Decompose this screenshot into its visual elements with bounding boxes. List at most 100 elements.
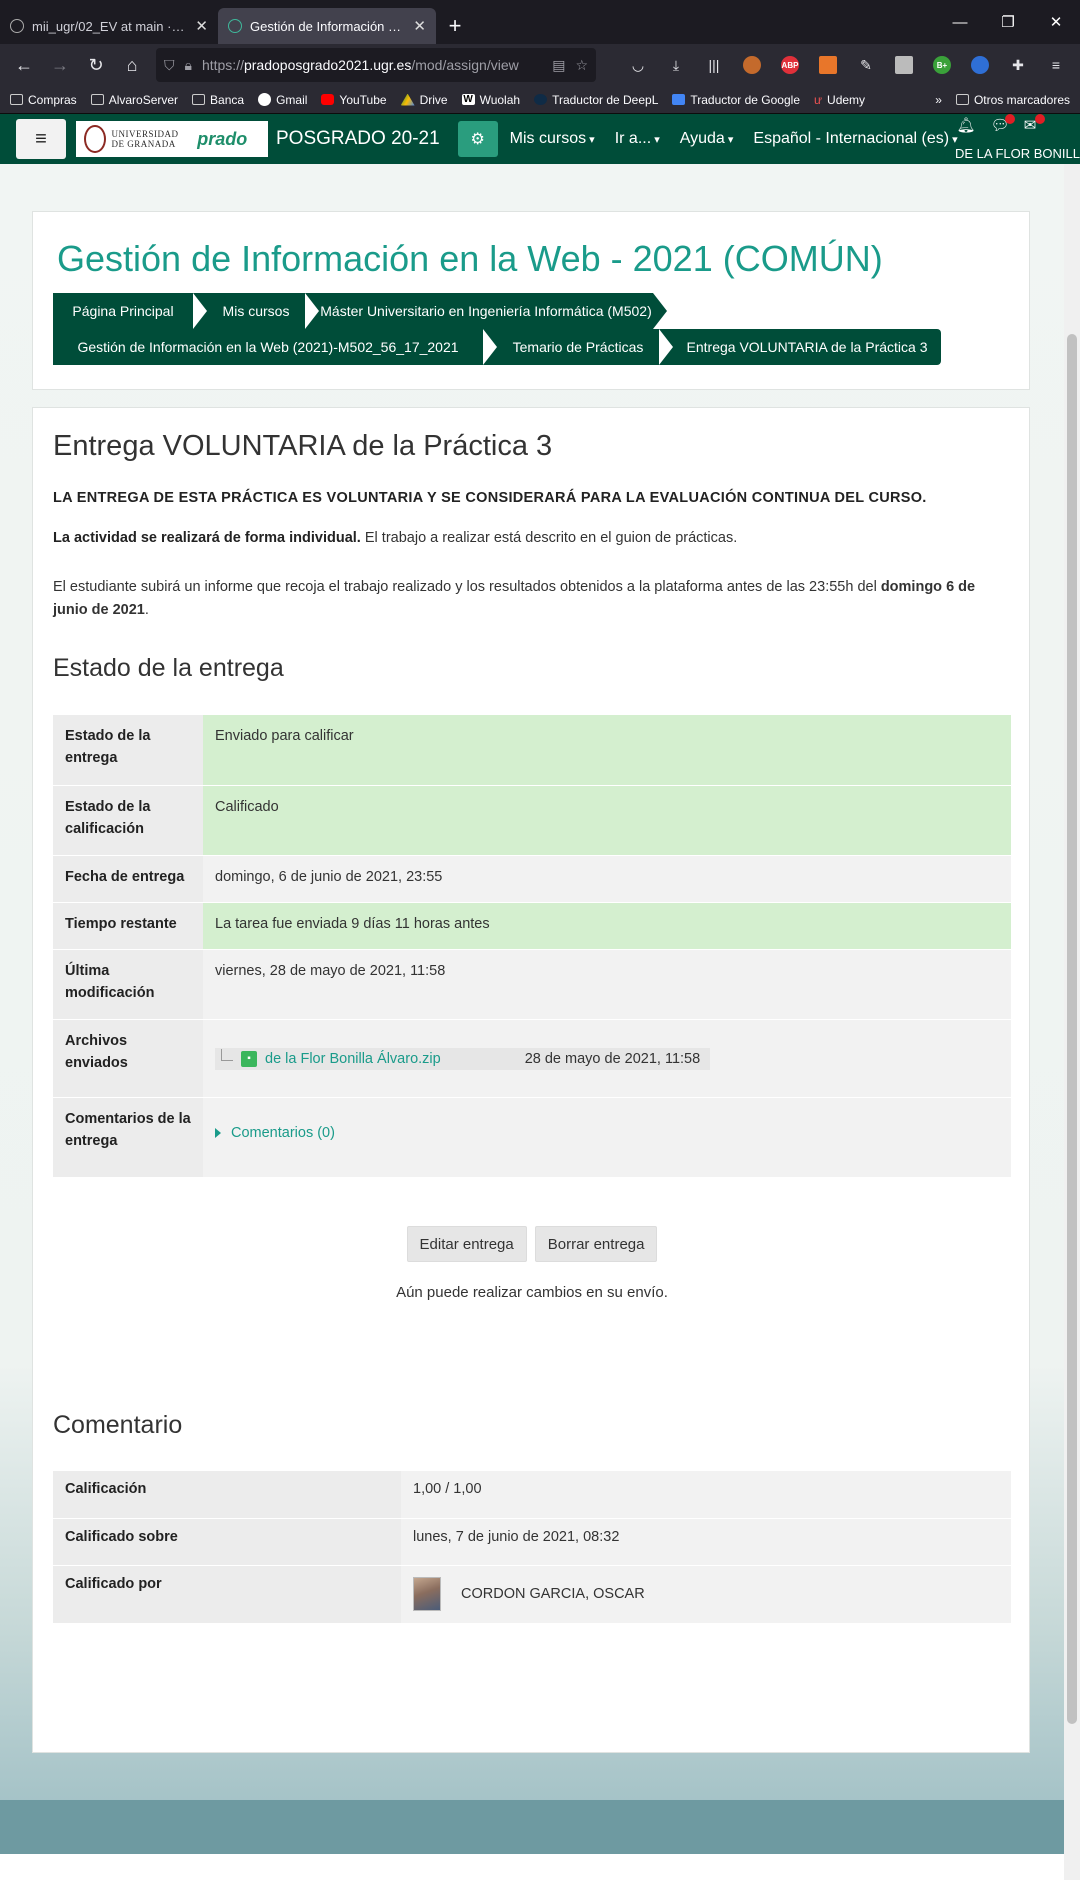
submitted-file-link[interactable]: de la Flor Bonilla Álvaro.zip — [265, 1048, 441, 1070]
menu-help[interactable]: Ayuda — [680, 130, 734, 148]
bookmark-google-translate[interactable]: Traductor de Google — [672, 93, 800, 107]
breadcrumb-master[interactable]: Máster Universitario en Ingeniería Infor… — [305, 293, 667, 329]
menu-go-to[interactable]: Ir a... — [615, 130, 660, 148]
comments-toggle[interactable]: Comentarios (0) — [215, 1122, 999, 1144]
avatar[interactable] — [413, 1577, 441, 1611]
course-header: Gestión de Información en la Web - 2021 … — [32, 211, 1030, 390]
menu-icon[interactable]: ≡ — [1038, 49, 1074, 81]
bookmark-compras[interactable]: Compras — [10, 93, 77, 107]
ugr-logo[interactable]: UNIVERSIDAD DE GRANADA prado — [76, 121, 268, 157]
extension-icon[interactable]: B+ — [924, 49, 960, 81]
site-name[interactable]: POSGRADO 20-21 — [276, 128, 440, 150]
extension-icon[interactable] — [734, 49, 770, 81]
bookmark-banca[interactable]: Banca — [192, 93, 244, 107]
table-row: Estado de la entrega Enviado para califi… — [53, 715, 1011, 786]
table-row: Última modificación viernes, 28 de mayo … — [53, 949, 1011, 1020]
close-tab-icon[interactable]: ✕ — [195, 17, 208, 35]
bookmark-youtube[interactable]: YouTube — [321, 93, 387, 107]
extension-icon[interactable]: ✎ — [848, 49, 884, 81]
google-translate-icon — [672, 94, 686, 105]
extension-icon[interactable] — [886, 49, 922, 81]
file-item: ▪ de la Flor Bonilla Álvaro.zip 28 de ma… — [215, 1047, 710, 1070]
submission-actions: Editar entrega Borrar entrega — [33, 1226, 1031, 1262]
github-icon — [10, 19, 24, 33]
breadcrumb-course[interactable]: Gestión de Información en la Web (2021)-… — [53, 329, 497, 365]
grader-name[interactable]: CORDON GARCIA, OSCAR — [461, 1586, 645, 1602]
bookmark-gmail[interactable]: Gmail — [258, 93, 307, 107]
google-icon — [258, 93, 272, 106]
minimize-icon[interactable]: — — [936, 0, 984, 44]
wuolah-icon: W — [461, 94, 475, 105]
breadcrumb-practices[interactable]: Temario de Prácticas — [483, 329, 673, 365]
bookmark-alvaroserver[interactable]: AlvaroServer — [90, 93, 178, 107]
close-tab-icon[interactable]: ✕ — [413, 17, 426, 35]
feedback-table: Calificación 1,00 / 1,00 Calificado sobr… — [53, 1471, 1011, 1624]
prado-favicon-icon — [228, 19, 242, 33]
edit-submission-button[interactable]: Editar entrega — [406, 1226, 527, 1262]
scrollbar-thumb[interactable] — [1067, 334, 1077, 1724]
status-value: Enviado para calificar — [203, 715, 1011, 786]
row-label: Comentarios de la entrega — [53, 1097, 203, 1178]
bookmark-drive[interactable]: Drive — [400, 93, 448, 107]
bookmark-udemy[interactable]: ư Udemy — [814, 93, 865, 107]
bookmark-other[interactable]: Otros marcadores — [955, 93, 1070, 107]
youtube-icon — [321, 94, 335, 105]
extension-icon[interactable] — [962, 49, 998, 81]
page-scrollbar[interactable] — [1064, 164, 1080, 1880]
bookmark-wuolah[interactable]: W Wuolah — [461, 93, 520, 107]
delete-submission-button[interactable]: Borrar entrega — [534, 1226, 658, 1262]
ugr-logo-text: UNIVERSIDAD DE GRANADA — [111, 129, 179, 149]
row-label: Estado de la calificación — [53, 785, 203, 856]
browser-tab-github[interactable]: mii_ugr/02_EV at main · alvarod ✕ — [0, 8, 218, 44]
folder-icon — [192, 94, 206, 105]
forward-icon[interactable]: → — [42, 49, 78, 81]
library-icon[interactable]: ||| — [696, 49, 732, 81]
messages-chat-icon[interactable]: 💬︎ — [989, 114, 1015, 136]
chevron-more-icon[interactable]: » — [935, 93, 942, 107]
prado-logo-icon: prado — [184, 121, 260, 157]
row-label: Calificado por — [53, 1565, 401, 1624]
back-icon[interactable]: ← — [6, 49, 42, 81]
folder-icon — [955, 94, 969, 105]
lock-icon: 🔒︎ — [184, 56, 192, 73]
drive-icon — [400, 93, 415, 106]
new-tab-button[interactable]: + — [436, 8, 474, 44]
bookmarks-bar: Compras AlvaroServer Banca Gmail YouTube… — [0, 86, 1080, 114]
menu-language[interactable]: Español - Internacional (es) — [753, 130, 957, 148]
menu-my-courses[interactable]: Mis cursos — [510, 130, 595, 148]
feedback-heading: Comentario — [53, 1411, 183, 1439]
breadcrumb-my-courses[interactable]: Mis cursos — [193, 293, 319, 329]
footer-band — [0, 1800, 1064, 1860]
row-label: Fecha de entrega — [53, 855, 203, 903]
intro-notice: LA ENTREGA DE ESTA PRÁCTICA ES VOLUNTARI… — [53, 490, 927, 506]
breadcrumb-current[interactable]: Entrega VOLUNTARIA de la Práctica 3 — [659, 329, 941, 365]
browser-tab-prado[interactable]: Gestión de Información en la W ✕ — [218, 8, 436, 44]
bookmark-deepl[interactable]: Traductor de DeepL — [534, 93, 658, 107]
comments-link[interactable]: Comentarios (0) — [231, 1122, 335, 1144]
user-menu-name[interactable]: DE LA FLOR BONILLA — [955, 146, 1080, 161]
drawer-toggle-button[interactable]: ≡ — [16, 119, 66, 159]
table-row: Calificación 1,00 / 1,00 — [53, 1471, 1011, 1519]
reload-icon[interactable]: ↻ — [78, 49, 114, 81]
pocket-icon[interactable]: ◡ — [620, 49, 656, 81]
extensions-puzzle-icon[interactable]: ✚ — [1000, 49, 1036, 81]
notifications-bell-icon[interactable]: 🔔︎ — [955, 116, 977, 136]
home-icon[interactable]: ⌂ — [114, 49, 150, 81]
breadcrumb-home[interactable]: Página Principal — [53, 293, 207, 329]
cogs-icon[interactable]: ⚙ — [457, 121, 498, 157]
grader-cell: CORDON GARCIA, OSCAR — [401, 1565, 1011, 1624]
tab-title: mii_ugr/02_EV at main · alvarod — [32, 18, 187, 34]
row-label: Tiempo restante — [53, 902, 203, 950]
reader-view-icon[interactable]: ▤ — [552, 57, 565, 74]
table-row: Estado de la calificación Calificado — [53, 785, 1011, 856]
restore-icon[interactable]: ❐ — [984, 0, 1032, 44]
bookmark-star-icon[interactable]: ☆ — [575, 57, 588, 74]
adblock-icon[interactable]: ABP — [772, 49, 808, 81]
url-bar[interactable]: ⛉ 🔒︎ https://pradoposgrado2021.ugr.es/mo… — [156, 48, 596, 82]
row-label: Calificación — [53, 1471, 401, 1519]
downloads-icon[interactable]: ⤓ — [658, 49, 694, 81]
close-window-icon[interactable]: ✕ — [1032, 0, 1080, 44]
mail-icon[interactable]: ✉ — [1019, 114, 1045, 136]
caret-right-icon — [215, 1127, 221, 1138]
extension-icon[interactable] — [810, 49, 846, 81]
